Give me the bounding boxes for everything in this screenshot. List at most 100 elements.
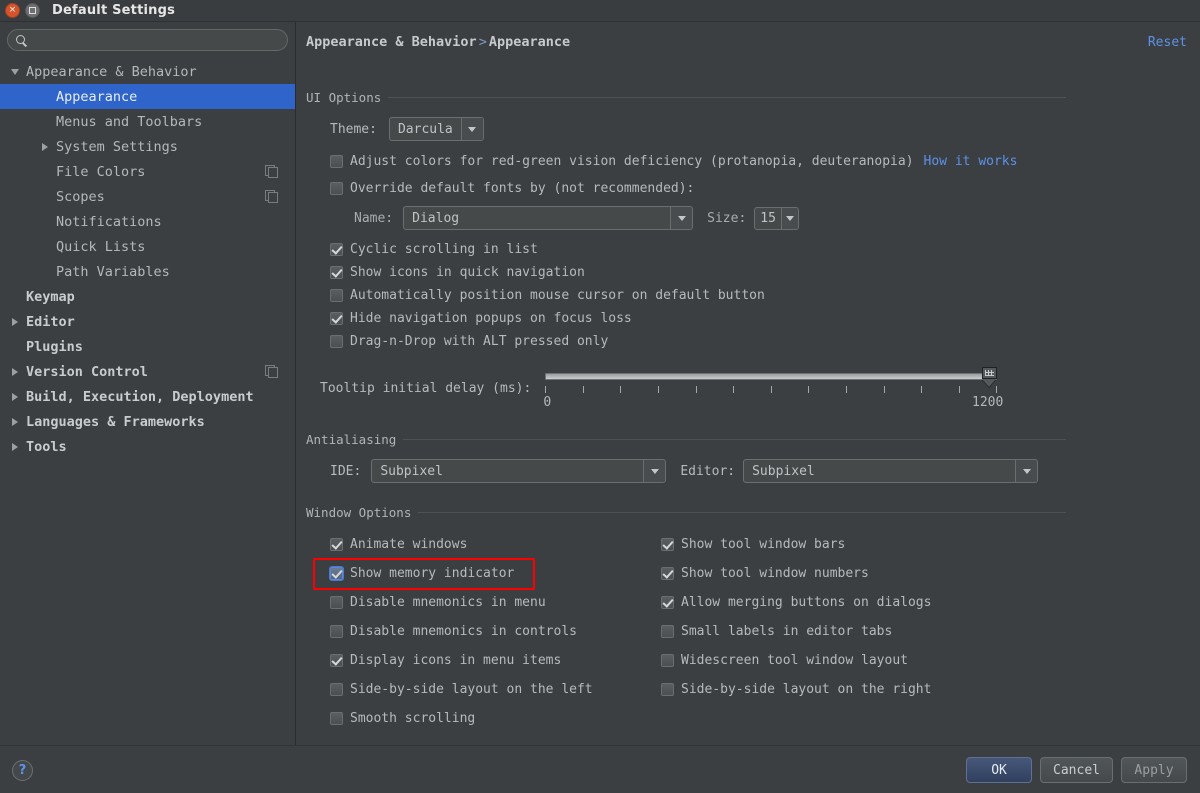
sidebar-item-appearance-behavior[interactable]: Appearance & Behavior xyxy=(0,59,295,84)
allow-merging-buttons-on-dialogs-row[interactable]: Allow merging buttons on dialogs xyxy=(661,588,1066,617)
font-name-select[interactable]: Dialog xyxy=(403,206,694,230)
breadcrumb-parent[interactable]: Appearance & Behavior xyxy=(306,34,477,50)
show-tool-window-bars-row[interactable]: Show tool window bars xyxy=(661,530,1066,559)
show-tool-window-numbers-checkbox[interactable] xyxy=(661,567,674,580)
copy-settings-icon[interactable] xyxy=(265,365,278,378)
sidebar-item-file-colors[interactable]: File Colors xyxy=(0,159,295,184)
chevron-down-icon[interactable] xyxy=(10,66,22,78)
settings-tree: Appearance & Behavior Appearance Menus and… xyxy=(0,59,295,459)
smooth-scrolling-checkbox[interactable] xyxy=(330,712,343,725)
hide-navigation-popups-on-focus-loss-checkbox[interactable] xyxy=(330,312,343,325)
sidebar-item-label: File Colors xyxy=(56,163,146,180)
sidebar-item-keymap[interactable]: Keymap xyxy=(0,284,295,309)
chevron-down-icon[interactable] xyxy=(643,460,666,482)
slider-tick xyxy=(845,386,847,393)
side-by-side-layout-on-the-left-row[interactable]: Side-by-side layout on the left xyxy=(330,675,661,704)
sidebar-item-scopes[interactable]: Scopes xyxy=(0,184,295,209)
drag-n-drop-with-alt-pressed-only-row[interactable]: Drag-n-Drop with ALT pressed only xyxy=(330,330,1066,353)
sidebar-item-path-variables[interactable]: Path Variables xyxy=(0,259,295,284)
sidebar-item-system-settings[interactable]: System Settings xyxy=(0,134,295,159)
override-fonts-checkbox[interactable] xyxy=(330,182,343,195)
copy-settings-icon[interactable] xyxy=(265,190,278,203)
allow-merging-buttons-on-dialogs-checkbox[interactable] xyxy=(661,596,674,609)
animate-windows-row[interactable]: Animate windows xyxy=(330,530,661,559)
adjust-colors-checkbox[interactable] xyxy=(330,155,343,168)
ide-antialiasing-select[interactable]: Subpixel xyxy=(371,459,667,483)
how-it-works-link[interactable]: How it works xyxy=(924,154,1018,169)
show-icons-in-quick-navigation-checkbox[interactable] xyxy=(330,266,343,279)
reset-link[interactable]: Reset xyxy=(1148,35,1187,50)
disable-mnemonics-in-menu-checkbox[interactable] xyxy=(330,596,343,609)
chevron-down-icon[interactable] xyxy=(460,118,483,140)
sidebar-item-build-execution-deployment[interactable]: Build, Execution, Deployment xyxy=(0,384,295,409)
small-labels-in-editor-tabs-checkbox[interactable] xyxy=(661,625,674,638)
hide-navigation-popups-on-focus-loss-row[interactable]: Hide navigation popups on focus loss xyxy=(330,307,1066,330)
side-by-side-layout-on-the-right-checkbox[interactable] xyxy=(661,683,674,696)
chevron-right-icon[interactable] xyxy=(40,141,52,153)
cyclic-scrolling-in-list-row[interactable]: Cyclic scrolling in list xyxy=(330,238,1066,261)
show-tool-window-numbers-row[interactable]: Show tool window numbers xyxy=(661,559,1066,588)
smooth-scrolling-row[interactable]: Smooth scrolling xyxy=(330,704,661,733)
ide-antialiasing-value: Subpixel xyxy=(380,463,443,479)
sidebar-item-appearance[interactable]: Appearance xyxy=(0,84,295,109)
side-by-side-layout-on-the-left-checkbox[interactable] xyxy=(330,683,343,696)
show-memory-indicator-checkbox[interactable] xyxy=(330,567,343,580)
small-labels-in-editor-tabs-row[interactable]: Small labels in editor tabs xyxy=(661,617,1066,646)
chevron-right-icon[interactable] xyxy=(10,366,22,378)
apply-button[interactable]: Apply xyxy=(1121,757,1187,783)
slider-track[interactable] xyxy=(545,373,998,380)
display-icons-in-menu-items-row[interactable]: Display icons in menu items xyxy=(330,646,661,675)
show-tool-window-bars-checkbox[interactable] xyxy=(661,538,674,551)
side-by-side-layout-on-the-right-row[interactable]: Side-by-side layout on the right xyxy=(661,675,1066,704)
chevron-down-icon[interactable] xyxy=(1015,460,1038,482)
sidebar-item-tools[interactable]: Tools xyxy=(0,434,295,459)
help-button[interactable]: ? xyxy=(12,760,33,781)
chevron-down-icon[interactable] xyxy=(670,207,693,229)
ui-options-section: UI Options Theme: Darcula Adjust colors … xyxy=(306,90,1066,413)
ok-button[interactable]: OK xyxy=(966,757,1033,783)
editor-antialiasing-select[interactable]: Subpixel xyxy=(743,459,1039,483)
font-size-spinner[interactable]: 15 xyxy=(754,206,799,230)
chevron-right-icon[interactable] xyxy=(10,416,22,428)
copy-settings-icon[interactable] xyxy=(265,165,278,178)
disable-mnemonics-in-controls-row[interactable]: Disable mnemonics in controls xyxy=(330,617,661,646)
chevron-right-icon[interactable] xyxy=(10,391,22,403)
automatically-position-mouse-cursor-on-default-button-checkbox[interactable] xyxy=(330,289,343,302)
sidebar-item-languages-frameworks[interactable]: Languages & Frameworks xyxy=(0,409,295,434)
sidebar-item-plugins[interactable]: Plugins xyxy=(0,334,295,359)
cancel-button[interactable]: Cancel xyxy=(1040,757,1113,783)
disable-mnemonics-in-menu-row[interactable]: Disable mnemonics in menu xyxy=(330,588,661,617)
disable-mnemonics-in-menu-label: Disable mnemonics in menu xyxy=(350,595,546,610)
tooltip-delay-slider[interactable]: 0 1200 xyxy=(543,367,1003,413)
animate-windows-checkbox[interactable] xyxy=(330,538,343,551)
sidebar-item-version-control[interactable]: Version Control xyxy=(0,359,295,384)
close-icon[interactable]: × xyxy=(5,3,20,18)
antialiasing-section: Antialiasing IDE: Subpixel Editor: Subpi… xyxy=(306,432,1066,483)
sidebar-item-notifications[interactable]: Notifications xyxy=(0,209,295,234)
widescreen-tool-window-layout-checkbox[interactable] xyxy=(661,654,674,667)
display-icons-in-menu-items-checkbox[interactable] xyxy=(330,654,343,667)
chevron-right-icon[interactable] xyxy=(10,441,22,453)
sidebar-item-label: Menus and Toolbars xyxy=(56,113,203,130)
widescreen-tool-window-layout-row[interactable]: Widescreen tool window layout xyxy=(661,646,1066,675)
search-box[interactable] xyxy=(7,29,288,51)
side-by-side-layout-on-the-left-label: Side-by-side layout on the left xyxy=(350,682,593,697)
drag-n-drop-with-alt-pressed-only-label: Drag-n-Drop with ALT pressed only xyxy=(350,334,609,349)
chevron-right-icon[interactable] xyxy=(10,316,22,328)
sidebar-item-editor[interactable]: Editor xyxy=(0,309,295,334)
show-memory-indicator-row[interactable]: Show memory indicator xyxy=(330,559,661,588)
theme-select[interactable]: Darcula xyxy=(388,117,484,141)
drag-n-drop-with-alt-pressed-only-checkbox[interactable] xyxy=(330,335,343,348)
maximize-icon[interactable] xyxy=(25,3,40,18)
slider-thumb[interactable] xyxy=(982,367,998,387)
disable-mnemonics-in-controls-checkbox[interactable] xyxy=(330,625,343,638)
window-title: Default Settings xyxy=(52,3,176,18)
chevron-down-icon[interactable] xyxy=(780,207,798,229)
sidebar-item-menus-and-toolbars[interactable]: Menus and Toolbars xyxy=(0,109,295,134)
automatically-position-mouse-cursor-on-default-button-row[interactable]: Automatically position mouse cursor on d… xyxy=(330,284,1066,307)
sidebar-item-quick-lists[interactable]: Quick Lists xyxy=(0,234,295,259)
search-input[interactable] xyxy=(27,32,279,48)
show-icons-in-quick-navigation-row[interactable]: Show icons in quick navigation xyxy=(330,261,1066,284)
cyclic-scrolling-in-list-checkbox[interactable] xyxy=(330,243,343,256)
